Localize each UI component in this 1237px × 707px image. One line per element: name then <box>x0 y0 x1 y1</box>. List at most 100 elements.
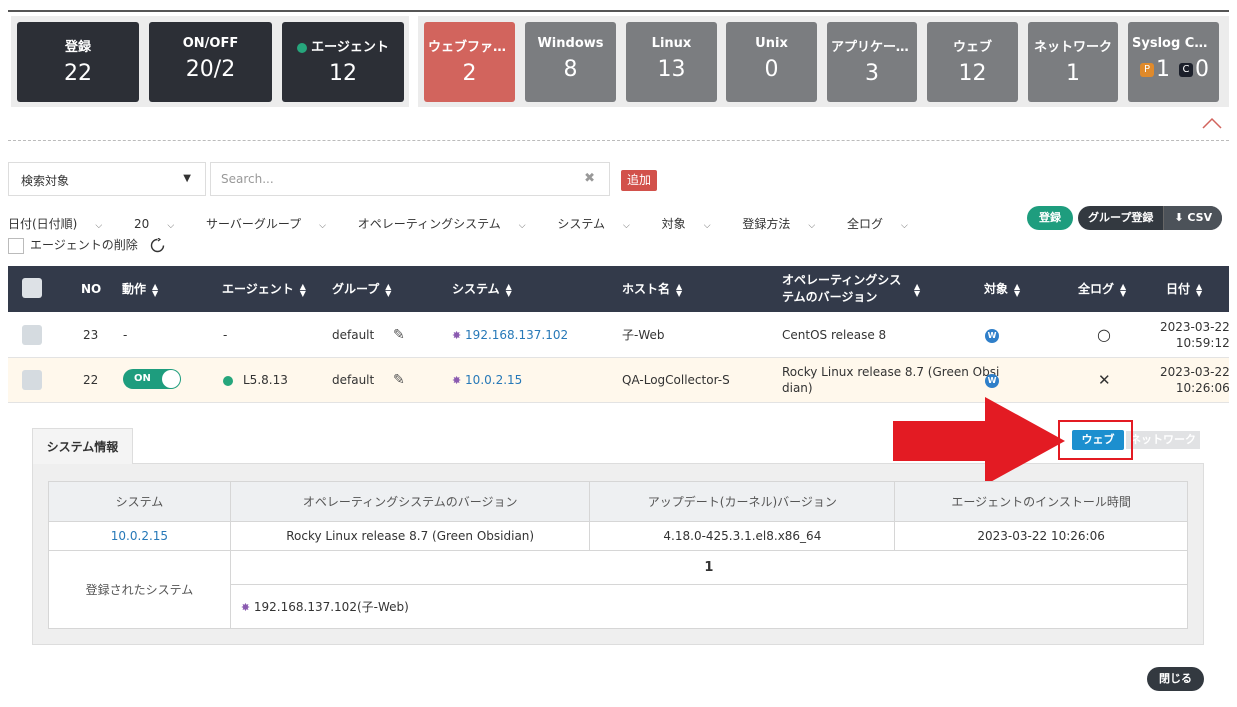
filter-server-group[interactable]: サーバーグループ ⌵ <box>206 217 340 231</box>
on-off-toggle[interactable]: ON <box>123 369 181 389</box>
stat-label: Linux <box>651 36 692 51</box>
cell-host: QA-LogCollector-S <box>622 373 730 387</box>
search-target-select[interactable]: 検索対象 ▼ <box>8 162 206 196</box>
table-row[interactable]: 23 - - default ✎ ✸ 192.168.137.102 子-Web… <box>8 313 1230 358</box>
cell-group: default <box>332 373 375 387</box>
stat-card-onoff[interactable]: ON/OFF 20/2 <box>149 22 272 102</box>
stat-card-registered[interactable]: 登録 22 <box>17 22 139 102</box>
os-version-sort-icon[interactable]: ▲ ▼ <box>908 266 920 312</box>
search-target-value: 検索対象 <box>21 174 70 188</box>
filter-full-log[interactable]: 全ログ ⌵ <box>847 217 922 231</box>
header-kernel-version: アップデート(カーネル)バージョン <box>589 481 896 522</box>
stat-card-web[interactable]: ウェブ 12 <box>927 22 1018 102</box>
close-button[interactable]: 閉じる <box>1147 667 1204 691</box>
stat-card-windows[interactable]: Windows 8 <box>525 22 616 102</box>
edit-icon[interactable]: ✎ <box>393 358 405 402</box>
add-button[interactable]: 追加 <box>621 170 658 191</box>
stat-card-agent[interactable]: エージェント 12 <box>282 22 404 102</box>
section-divider <box>8 140 1229 141</box>
cell-system[interactable]: ✸ 192.168.137.102 <box>452 313 568 357</box>
register-button[interactable]: 登録 <box>1027 206 1073 230</box>
select-all-checkbox[interactable] <box>22 278 42 298</box>
filter-date[interactable]: 日付(日付順) ⌵ <box>8 217 116 231</box>
col-os-version[interactable]: オペレーティングシス テムのバージョン <box>782 272 901 318</box>
chevron-down-icon: ⌵ <box>167 221 175 231</box>
filter-page-size[interactable]: 20 ⌵ <box>134 217 188 231</box>
top-divider <box>8 10 1229 12</box>
cell-host: 子-Web <box>622 328 665 342</box>
highlight-box <box>1058 420 1133 460</box>
col-system[interactable]: システム ▲ ▼ <box>452 266 512 312</box>
stat-card-unix[interactable]: Unix 0 <box>726 22 817 102</box>
delete-agent-checkbox[interactable] <box>8 237 24 254</box>
tab-system-info[interactable]: システム情報 <box>32 428 133 464</box>
group-register-button[interactable]: グループ登録 <box>1078 206 1163 230</box>
refresh-icon[interactable] <box>150 237 165 253</box>
col-date[interactable]: 日付 ▲ ▼ <box>1166 266 1202 312</box>
red-arrow-icon <box>893 397 1065 485</box>
cell-date: 2023-03-22 10:59:12 <box>1160 320 1230 350</box>
csv-button[interactable]: ⬇ CSV <box>1163 206 1223 230</box>
header-install-time: エージェントのインストール時間 <box>894 481 1188 522</box>
stat-value: 22 <box>64 61 92 86</box>
cell-target: W <box>985 313 999 357</box>
stat-card-syslog-collector[interactable]: Syslog Collector P1 C0 <box>1128 22 1219 102</box>
filter-bar: 日付(日付順) ⌵ 20 ⌵ サーバーグループ ⌵ オペレーティングシステム ⌵ システ… <box>8 215 936 232</box>
chevron-down-icon: ⌵ <box>95 221 103 231</box>
value-install-time: 2023-03-22 10:26:06 <box>894 521 1188 551</box>
stat-card-network[interactable]: ネットワーク 1 <box>1028 22 1118 102</box>
col-group[interactable]: グループ ▲ ▼ <box>332 266 391 312</box>
download-icon: ⬇ <box>1174 211 1188 224</box>
stat-card-web-firewall[interactable]: ウェブファイアウォール 2 <box>424 22 515 102</box>
row-checkbox[interactable] <box>22 370 42 390</box>
col-agent[interactable]: エージェント ▲ ▼ <box>222 266 306 312</box>
filter-target[interactable]: 対象 ⌵ <box>662 217 725 231</box>
stat-value: 12 <box>958 61 987 86</box>
stat-label: ON/OFF <box>182 36 239 51</box>
registered-count: 1 <box>229 550 1189 585</box>
sort-icon: ▲ ▼ <box>1120 281 1127 298</box>
web-badge-icon: W <box>985 373 999 388</box>
export-button-group: グループ登録 ⬇ CSV <box>1078 206 1223 230</box>
stat-label: ウェブファイアウォール <box>428 40 515 55</box>
filter-system[interactable]: システム ⌵ <box>557 217 643 231</box>
chevron-down-icon: ⌵ <box>901 221 908 231</box>
col-action[interactable]: 動作 ▲ ▼ <box>122 266 158 312</box>
type-network-button[interactable]: ネットワーク <box>1126 431 1200 449</box>
web-badge-icon: W <box>985 328 999 343</box>
c-badge-icon: C <box>1179 63 1193 77</box>
cell-action: - <box>123 328 128 342</box>
header-system: システム <box>48 481 231 522</box>
cell-agent: L5.8.13 <box>223 358 288 402</box>
registered-systems-label: 登録されたシステム <box>48 550 231 629</box>
collapse-chevron-up-icon[interactable] <box>1202 116 1222 130</box>
row-checkbox[interactable] <box>22 325 42 345</box>
cell-group: default <box>332 328 375 342</box>
clear-icon[interactable]: ✖ <box>584 171 595 186</box>
col-target[interactable]: 対象 ▲ ▼ <box>984 266 1020 312</box>
col-host[interactable]: ホスト名 ▲ ▼ <box>622 266 682 312</box>
cell-system[interactable]: ✸ 10.0.2.15 <box>452 358 522 402</box>
cell-full-log: ○ <box>1097 325 1111 344</box>
filter-os[interactable]: オペレーティングシステム ⌵ <box>358 217 540 231</box>
edit-icon[interactable]: ✎ <box>393 313 405 357</box>
col-full-log[interactable]: 全ログ ▲ ▼ <box>1078 266 1126 312</box>
cell-no: 22 <box>83 373 99 387</box>
stat-label: 登録 <box>64 40 91 55</box>
search-input[interactable]: Search... ✖ <box>210 162 610 196</box>
system-icon: ✸ <box>240 601 251 614</box>
stat-card-linux[interactable]: Linux 13 <box>626 22 717 102</box>
stat-label: アプリケーション <box>831 40 917 55</box>
chevron-down-icon: ⌵ <box>703 221 711 231</box>
stat-card-application[interactable]: アプリケーション 3 <box>827 22 917 102</box>
filter-registration-method[interactable]: 登録方法 ⌵ <box>742 217 829 231</box>
value-system[interactable]: 10.0.2.15 <box>48 521 231 551</box>
stat-label: Syslog Collector <box>1132 36 1219 51</box>
chevron-down-icon: ⌵ <box>808 221 816 231</box>
system-icon: ✸ <box>452 374 462 387</box>
stat-value: 1 <box>1066 61 1080 86</box>
value-os-version: Rocky Linux release 8.7 (Green Obsidian) <box>229 521 591 551</box>
stat-label: ネットワーク <box>1033 40 1112 55</box>
sort-icon: ▲ ▼ <box>676 281 683 298</box>
stat-label: エージェント <box>311 40 389 55</box>
